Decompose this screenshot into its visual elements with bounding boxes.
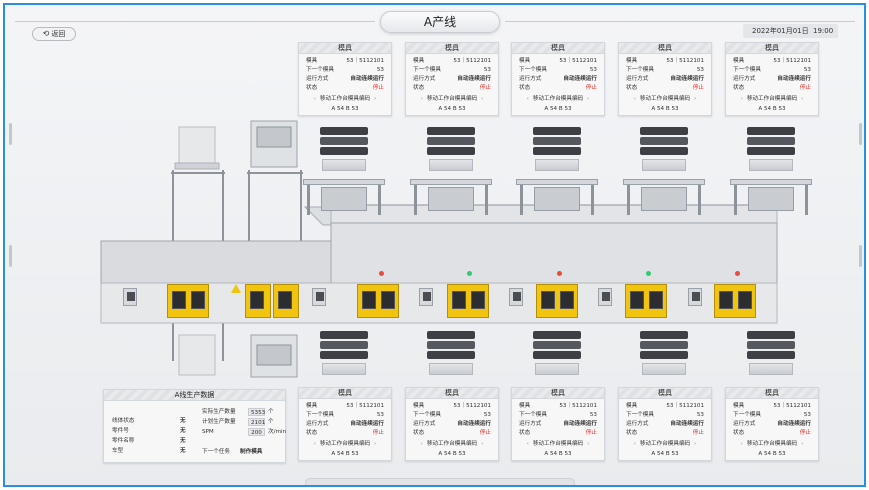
press-die-stack-bottom[interactable] [425, 331, 477, 375]
control-cabinet[interactable] [419, 288, 433, 306]
line-production-panel: A线生产数据 线体状态 无 零件号 无 零件名称 无 车型 无 实际生产数量 5… [103, 389, 286, 463]
safety-door[interactable] [625, 284, 667, 318]
control-cabinet[interactable] [509, 288, 523, 306]
safety-door[interactable] [536, 284, 578, 318]
safety-door[interactable] [273, 284, 299, 318]
control-cabinet[interactable] [688, 288, 702, 306]
lifting-tower-left [171, 126, 225, 241]
control-cabinet[interactable] [123, 288, 137, 306]
stat-label: 车型 [112, 448, 124, 454]
safety-door[interactable] [245, 284, 271, 318]
spm-label: SPM [202, 429, 214, 435]
next-task-label: 下一个任务 [202, 449, 230, 455]
unit: 次/min [268, 429, 287, 435]
control-cabinet[interactable] [312, 288, 326, 306]
press-die-stack-bottom[interactable] [745, 331, 797, 375]
stat-label: 线体状态 [112, 418, 135, 424]
plan-qty-label: 计划生产数量 [202, 419, 236, 425]
stat-value: 无 [180, 448, 186, 454]
control-cabinet[interactable] [598, 288, 612, 306]
screen-frame: A产线 ⟲ 返回 2022年01月01日 19:00 模具 模具 53｜5112101… [3, 3, 866, 487]
lifting-tower-right [247, 120, 303, 241]
stat-value: 无 [180, 428, 186, 434]
safety-door[interactable] [447, 284, 489, 318]
status-lamp [735, 271, 740, 276]
stat-value: 无 [180, 438, 186, 444]
panel-title: A线生产数据 [104, 390, 285, 401]
press-die-stack-top[interactable] [318, 127, 370, 171]
press-die-stack-bottom[interactable] [531, 331, 583, 375]
next-task-value: 制作模具 [240, 449, 263, 455]
press-die-stack-top[interactable] [425, 127, 477, 171]
status-lamp [646, 271, 651, 276]
press-crown [623, 179, 705, 215]
press-die-stack-top[interactable] [531, 127, 583, 171]
unit: 个 [268, 409, 274, 415]
spm-value: 200 [248, 428, 265, 436]
press-crown [410, 179, 492, 215]
unit: 个 [268, 419, 274, 425]
safety-door[interactable] [357, 284, 399, 318]
stat-value: 无 [180, 418, 186, 424]
status-lamp [557, 271, 562, 276]
actual-qty-value: 5353 [248, 408, 265, 416]
press-crown [730, 179, 812, 215]
status-lamp [467, 271, 472, 276]
press-crown [303, 179, 385, 215]
press-die-stack-top[interactable] [638, 127, 690, 171]
actual-qty-label: 实际生产数量 [202, 409, 236, 415]
lifting-tower-bottom-right [250, 334, 298, 378]
press-die-stack-bottom[interactable] [318, 331, 370, 375]
lifting-tower-bottom-left [172, 323, 224, 376]
press-die-stack-top[interactable] [745, 127, 797, 171]
press-die-stack-bottom[interactable] [638, 331, 690, 375]
safety-door[interactable] [714, 284, 756, 318]
status-lamp [379, 271, 384, 276]
warning-sign-icon [231, 284, 241, 293]
plan-qty-value: 2101 [248, 418, 265, 426]
safety-door[interactable] [167, 284, 209, 318]
stat-label: 零件名称 [112, 438, 135, 444]
press-crown [516, 179, 598, 215]
stat-label: 零件号 [112, 428, 129, 434]
